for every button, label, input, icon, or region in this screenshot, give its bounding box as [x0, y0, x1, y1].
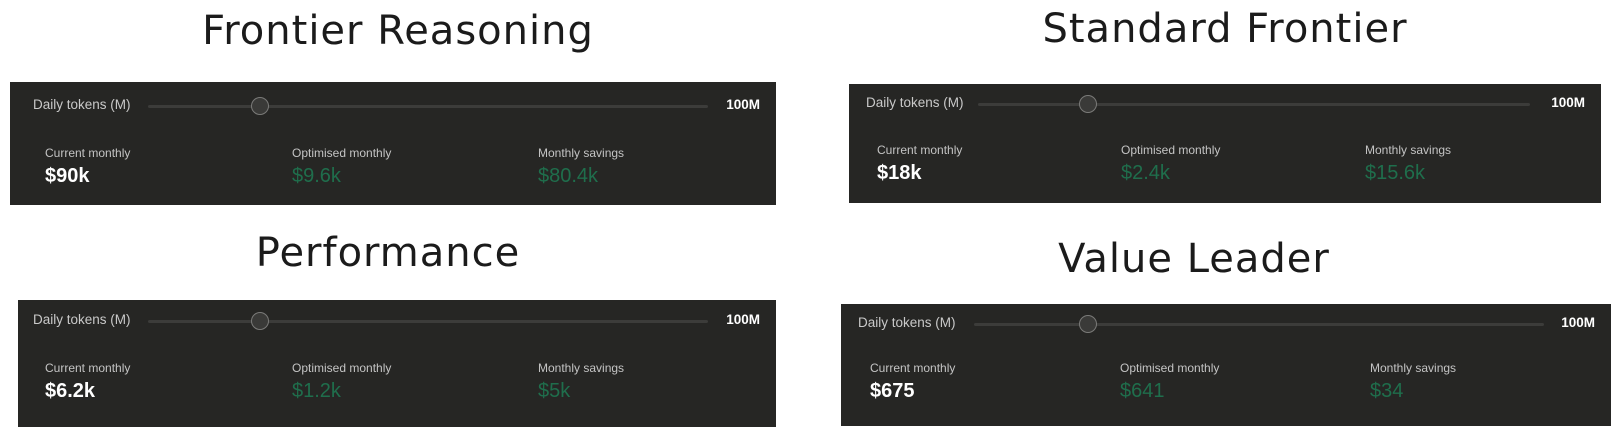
monthly-savings-value: $15.6k	[1365, 162, 1426, 184]
slider-max-label: 100M	[726, 97, 760, 112]
cost-calculator-panel: Daily tokens (M) 100M Current monthly $1…	[849, 84, 1601, 203]
panel-title: Performance	[255, 230, 521, 276]
slider-thumb[interactable]	[251, 312, 269, 330]
panel-title: Standard Frontier	[1042, 6, 1408, 52]
optimised-monthly-metric: Optimised monthly $641	[1120, 361, 1219, 403]
slider-thumb[interactable]	[1079, 315, 1097, 333]
slider-max-label: 100M	[1551, 95, 1585, 110]
slider-max-label: 100M	[1561, 315, 1595, 330]
cost-calculator-panel: Daily tokens (M) 100M Current monthly $9…	[10, 82, 776, 205]
optimised-monthly-metric: Optimised monthly $2.4k	[1121, 143, 1220, 185]
current-monthly-value: $6.2k	[45, 380, 96, 402]
optimised-monthly-metric: Optimised monthly $1.2k	[292, 361, 391, 403]
current-monthly-label: Current monthly	[45, 361, 131, 375]
slider-track[interactable]	[148, 320, 708, 323]
monthly-savings-label: Monthly savings	[1370, 361, 1457, 375]
optimised-monthly-label: Optimised monthly	[292, 361, 392, 375]
cost-calculator-panel: Daily tokens (M) 100M Current monthly $6…	[841, 304, 1611, 426]
current-monthly-metric: Current monthly $675	[870, 361, 955, 403]
monthly-savings-metric: Monthly savings $5k	[538, 361, 624, 403]
optimised-monthly-label: Optimised monthly	[1121, 143, 1221, 157]
current-monthly-value: $18k	[877, 162, 922, 184]
monthly-savings-value: $5k	[538, 380, 571, 402]
current-monthly-metric: Current monthly $90k	[45, 146, 130, 188]
monthly-savings-value: $80.4k	[538, 165, 599, 187]
optimised-monthly-value: $641	[1120, 380, 1165, 402]
current-monthly-label: Current monthly	[45, 146, 131, 160]
monthly-savings-metric: Monthly savings $80.4k	[538, 146, 624, 188]
slider-label: Daily tokens (M)	[33, 97, 131, 112]
current-monthly-value: $675	[870, 380, 915, 402]
optimised-monthly-value: $9.6k	[292, 165, 341, 187]
slider-label: Daily tokens (M)	[33, 312, 131, 327]
slider-track[interactable]	[148, 105, 708, 108]
optimised-monthly-value: $2.4k	[1121, 162, 1170, 184]
slider-thumb[interactable]	[251, 97, 269, 115]
optimised-monthly-value: $1.2k	[292, 380, 341, 402]
current-monthly-label: Current monthly	[877, 143, 963, 157]
current-monthly-metric: Current monthly $6.2k	[45, 361, 130, 403]
slider-label: Daily tokens (M)	[866, 95, 964, 110]
slider-max-label: 100M	[726, 312, 760, 327]
panel-title: Frontier Reasoning	[202, 8, 594, 54]
monthly-savings-value: $34	[1370, 380, 1404, 402]
optimised-monthly-label: Optimised monthly	[292, 146, 392, 160]
monthly-savings-label: Monthly savings	[538, 361, 625, 375]
slider-label: Daily tokens (M)	[858, 315, 956, 330]
panel-title: Value Leader	[1058, 236, 1330, 282]
monthly-savings-metric: Monthly savings $15.6k	[1365, 143, 1451, 185]
monthly-savings-label: Monthly savings	[1365, 143, 1452, 157]
cost-calculator-panel: Daily tokens (M) 100M Current monthly $6…	[18, 300, 776, 427]
slider-thumb[interactable]	[1079, 95, 1098, 113]
monthly-savings-metric: Monthly savings $34	[1370, 361, 1456, 403]
current-monthly-label: Current monthly	[870, 361, 956, 375]
current-monthly-metric: Current monthly $18k	[877, 143, 962, 185]
optimised-monthly-metric: Optimised monthly $9.6k	[292, 146, 391, 188]
slider-track[interactable]	[978, 103, 1530, 106]
current-monthly-value: $90k	[45, 165, 90, 187]
monthly-savings-label: Monthly savings	[538, 146, 625, 160]
optimised-monthly-label: Optimised monthly	[1120, 361, 1220, 375]
slider-track[interactable]	[974, 323, 1544, 326]
